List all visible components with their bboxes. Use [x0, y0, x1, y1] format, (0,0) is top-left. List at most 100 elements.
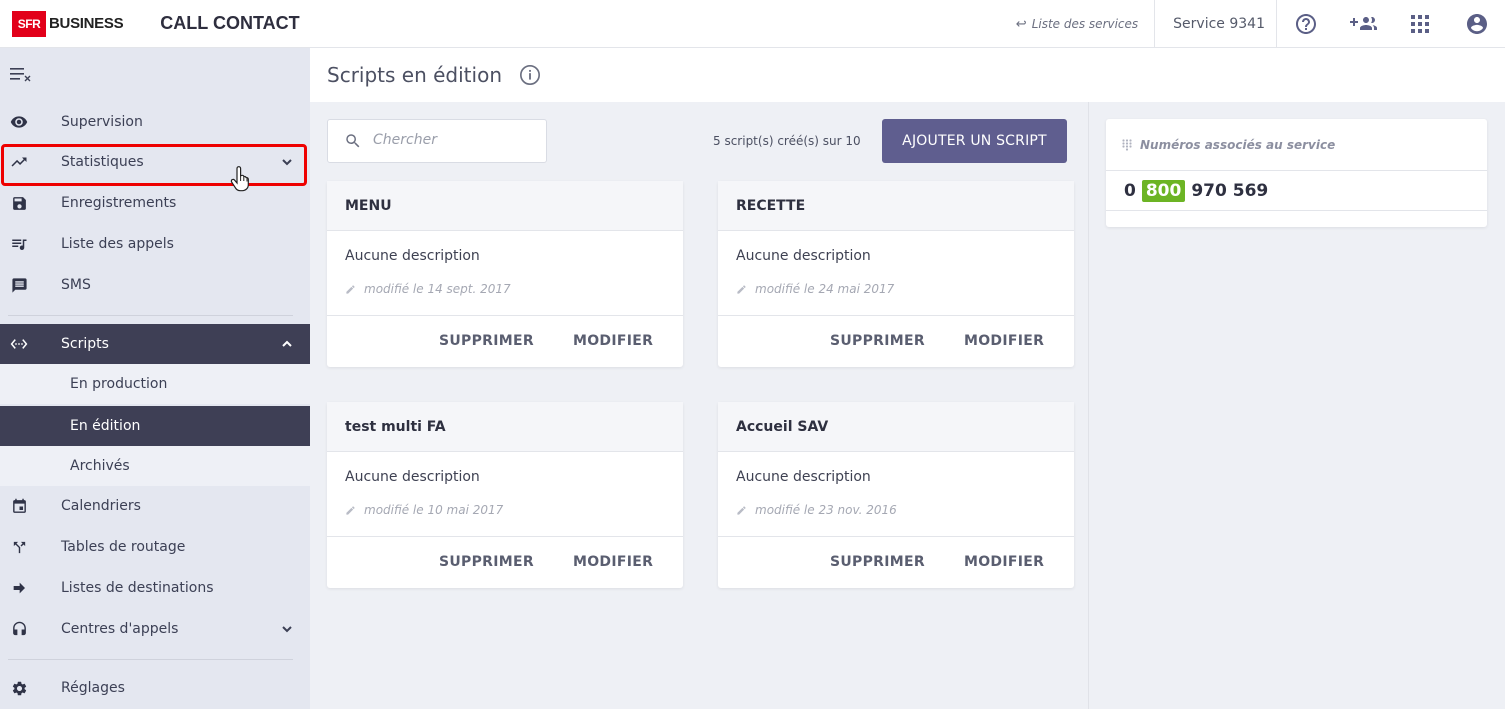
- edit-button[interactable]: MODIFIER: [573, 333, 653, 349]
- call-split-icon: [10, 538, 28, 556]
- sidebar-item-supervision[interactable]: Supervision: [0, 102, 310, 142]
- message-icon: [10, 276, 28, 294]
- collapse-menu-icon[interactable]: [10, 66, 32, 86]
- queue-music-icon: [10, 235, 28, 253]
- sfr-business-logo[interactable]: SFR BUSINESS: [12, 10, 124, 37]
- help-icon[interactable]: [1277, 0, 1334, 48]
- sidebar-item-label: Liste des appels: [61, 236, 174, 252]
- script-card-modified-text: modifié le 10 mai 2017: [364, 503, 504, 517]
- edit-button[interactable]: MODIFIER: [964, 554, 1044, 570]
- edit-button[interactable]: MODIFIER: [573, 554, 653, 570]
- headset-icon: [10, 620, 28, 638]
- sidebar-subitem-label: En édition: [70, 418, 141, 434]
- services-list-link[interactable]: ↩ Liste des services: [1016, 0, 1156, 48]
- hand-pointer-cursor-icon: [230, 166, 252, 196]
- sidebar-item-label: Enregistrements: [61, 195, 177, 211]
- chevron-up-icon[interactable]: [280, 337, 294, 355]
- script-card-description: Aucune description: [736, 469, 871, 485]
- delete-button[interactable]: SUPPRIMER: [439, 554, 534, 570]
- sidebar-subitem-archives[interactable]: Archivés: [0, 446, 310, 486]
- sidebar-subitem-label: Archivés: [70, 458, 130, 474]
- calendar-icon: [10, 497, 28, 515]
- scripts-content: 5 script(s) créé(s) sur 10 AJOUTER UN SC…: [310, 102, 1088, 709]
- search-input[interactable]: [373, 132, 533, 148]
- script-card: test multi FA Aucune description modifié…: [327, 402, 683, 588]
- phone-number-rest: 970 569: [1191, 180, 1269, 201]
- script-card-actions: SUPPRIMER MODIFIER: [327, 536, 683, 588]
- script-card: RECETTE Aucune description modifié le 24…: [718, 181, 1074, 367]
- sidebar-item-liste-des-appels[interactable]: Liste des appels: [0, 224, 310, 264]
- sidebar-item-calendriers[interactable]: Calendriers: [0, 486, 310, 526]
- sidebar-item-label: Scripts: [61, 336, 109, 352]
- services-link-label: Liste des services: [1031, 17, 1139, 31]
- sidebar-divider: [8, 659, 293, 660]
- script-card: MENU Aucune description modifié le 14 se…: [327, 181, 683, 367]
- sidebar-item-label: Calendriers: [61, 498, 141, 514]
- page-title-bar: Scripts en édition: [310, 48, 1505, 102]
- script-card-description: Aucune description: [736, 248, 871, 264]
- script-count: 5 script(s) créé(s) sur 10: [713, 134, 861, 148]
- search-icon: [346, 134, 360, 148]
- pencil-icon: [737, 505, 746, 515]
- numbers-card-header: Numéros associés au service: [1106, 119, 1487, 171]
- script-card-description: Aucune description: [345, 469, 480, 485]
- sidebar-item-label: Listes de destinations: [61, 580, 214, 596]
- save-icon: [10, 194, 28, 212]
- script-card-modified: modifié le 10 mai 2017: [345, 503, 503, 517]
- add-script-button[interactable]: AJOUTER UN SCRIPT: [882, 119, 1067, 163]
- sidebar-divider: [8, 315, 293, 316]
- gear-icon: [10, 679, 28, 697]
- sidebar-item-reglages[interactable]: Réglages: [0, 668, 310, 708]
- phone-number-prefix: 0: [1124, 180, 1136, 201]
- sidebar-item-scripts[interactable]: Scripts: [0, 324, 310, 364]
- code-icon: [10, 335, 28, 353]
- page-title: Scripts en édition: [327, 63, 502, 87]
- arrow-right-icon: [10, 579, 28, 597]
- numbers-card: Numéros associés au service 0 800 970 56…: [1106, 119, 1487, 227]
- add-group-icon[interactable]: [1334, 0, 1391, 48]
- sidebar-item-label: Tables de routage: [61, 539, 186, 555]
- script-card-modified-text: modifié le 23 nov. 2016: [755, 503, 897, 517]
- script-card-actions: SUPPRIMER MODIFIER: [718, 536, 1074, 588]
- script-card-modified-text: modifié le 14 sept. 2017: [364, 282, 511, 296]
- sidebar-item-label: Centres d'appels: [61, 621, 179, 637]
- search-box[interactable]: [327, 119, 547, 163]
- script-card-modified-text: modifié le 24 mai 2017: [755, 282, 895, 296]
- script-card-title: RECETTE: [718, 181, 1074, 231]
- sidebar-item-label: SMS: [61, 277, 91, 293]
- script-card-description: Aucune description: [345, 248, 480, 264]
- script-card-title: Accueil SAV: [718, 402, 1074, 452]
- script-card-title: test multi FA: [327, 402, 683, 452]
- account-icon[interactable]: [1448, 0, 1505, 48]
- sidebar-item-listes-de-destinations[interactable]: Listes de destinations: [0, 568, 310, 608]
- associated-numbers-panel: Numéros associés au service 0 800 970 56…: [1088, 102, 1505, 709]
- delete-button[interactable]: SUPPRIMER: [439, 333, 534, 349]
- sidebar-item-sms[interactable]: SMS: [0, 265, 310, 305]
- sidebar-item-centres-d-appels[interactable]: Centres d'appels: [0, 609, 310, 649]
- sidebar-item-tables-de-routage[interactable]: Tables de routage: [0, 527, 310, 567]
- apps-grid-icon[interactable]: [1391, 0, 1448, 48]
- service-name[interactable]: Service 9341: [1155, 0, 1277, 48]
- app-title: CALL CONTACT: [160, 13, 300, 33]
- script-card-actions: SUPPRIMER MODIFIER: [327, 315, 683, 367]
- pencil-icon: [346, 505, 355, 515]
- script-card-modified: modifié le 14 sept. 2017: [345, 282, 511, 296]
- script-card-modified: modifié le 23 nov. 2016: [736, 503, 897, 517]
- statistiques-highlight-annotation: [1, 144, 307, 186]
- sidebar: Supervision Statistiques Enregistrements…: [0, 48, 310, 709]
- phone-number[interactable]: 0 800 970 569: [1106, 171, 1487, 211]
- sidebar-subitem-en-production[interactable]: En production: [0, 364, 310, 404]
- eye-icon: [10, 113, 28, 131]
- script-card: Accueil SAV Aucune description modifié l…: [718, 402, 1074, 588]
- app-header: SFR BUSINESS CALL CONTACT ↩ Liste des se…: [0, 0, 1505, 48]
- delete-button[interactable]: SUPPRIMER: [830, 554, 925, 570]
- chevron-down-icon[interactable]: [280, 622, 294, 640]
- pencil-icon: [346, 284, 355, 294]
- info-icon[interactable]: [519, 64, 541, 86]
- sidebar-item-label: Réglages: [61, 680, 125, 696]
- edit-button[interactable]: MODIFIER: [964, 333, 1044, 349]
- phone-number-badge: 800: [1141, 179, 1186, 202]
- sidebar-item-enregistrements[interactable]: Enregistrements: [0, 183, 310, 223]
- delete-button[interactable]: SUPPRIMER: [830, 333, 925, 349]
- sidebar-subitem-en-edition[interactable]: En édition: [0, 406, 310, 446]
